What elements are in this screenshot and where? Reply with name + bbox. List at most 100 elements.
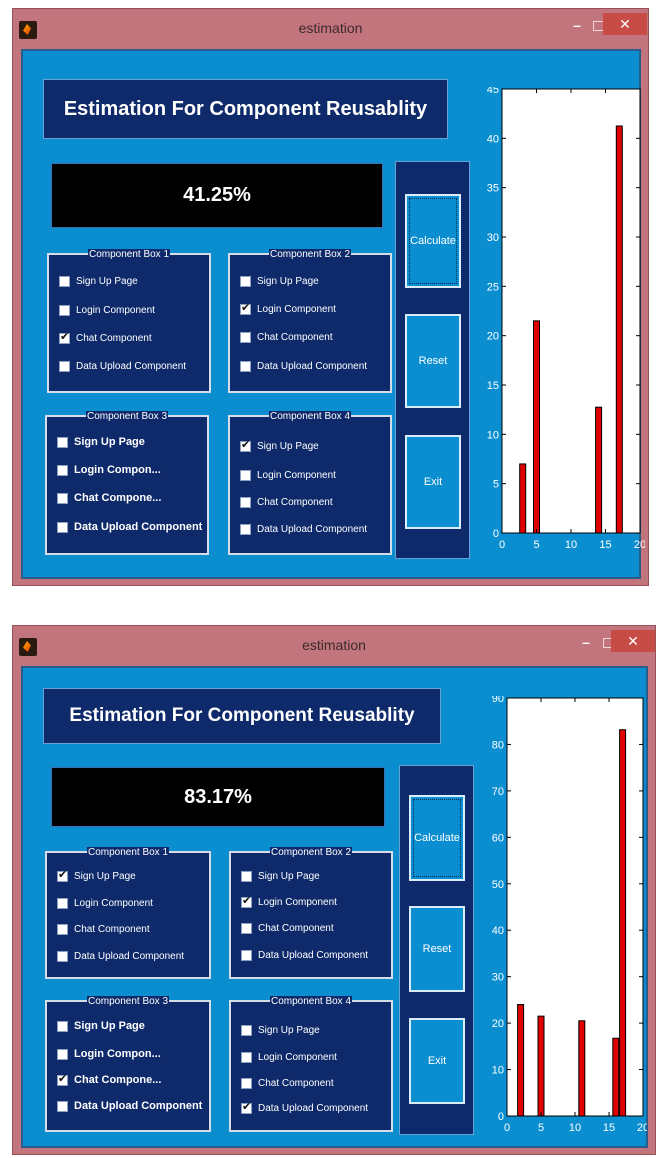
button-panel: Calculate Reset Exit <box>395 161 470 559</box>
checkbox-data-upload-component[interactable]: Data Upload Component <box>240 359 367 373</box>
checkbox-chat-component[interactable]: Chat Component <box>59 330 152 345</box>
checkbox-login-component[interactable]: Login Compon... <box>57 463 161 477</box>
checkbox[interactable] <box>57 897 68 909</box>
checkbox[interactable] <box>240 496 251 508</box>
reset-button[interactable]: Reset <box>405 314 461 408</box>
exit-button[interactable]: Exit <box>405 435 461 529</box>
checkbox-data-upload-component[interactable]: Data Upload Component <box>57 949 184 963</box>
checkbox-label: Sign Up Page <box>257 440 319 452</box>
estimation-window-1: estimation – ✕ Estimation For Component … <box>12 8 649 586</box>
checkbox[interactable] <box>241 894 252 908</box>
x-tick-label: 0 <box>504 1122 510 1134</box>
reset-button-label: Reset <box>422 943 452 955</box>
checkbox-sign-up-page[interactable]: Sign Up Page <box>240 274 319 288</box>
checkbox-sign-up-page[interactable]: Sign Up Page <box>57 435 145 449</box>
checkbox-data-upload-component[interactable]: Data Upload Component <box>57 1099 202 1113</box>
component-box-title: Component Box 1 <box>87 249 171 260</box>
checkbox-label: Login Component <box>76 304 155 316</box>
checkbox-label: Sign Up Page <box>258 870 320 882</box>
checkbox[interactable] <box>240 523 251 535</box>
checkbox-sign-up-page[interactable]: Sign Up Page <box>241 869 320 883</box>
checkbox-sign-up-page[interactable]: Sign Up Page <box>240 438 319 453</box>
checkbox[interactable] <box>57 492 68 504</box>
checkbox-login-component[interactable]: Login Component <box>240 468 336 482</box>
checkbox[interactable] <box>241 870 252 882</box>
title-bar[interactable]: estimation – ✕ <box>13 9 648 49</box>
close-icon[interactable]: ✕ <box>603 13 647 35</box>
calculate-button[interactable]: Calculate <box>409 795 465 881</box>
bar-chart: 0 5 10 15 20 25 30 35 40 45 0 5 10 15 20 <box>473 84 646 571</box>
checkbox[interactable] <box>241 1051 252 1063</box>
checkbox[interactable] <box>57 1020 68 1032</box>
checkbox[interactable] <box>240 301 251 315</box>
checkbox-chat-component[interactable]: Chat Component <box>241 921 334 935</box>
result-value: 83.17% <box>184 786 252 808</box>
calculate-button[interactable]: Calculate <box>405 194 461 288</box>
minimize-icon[interactable]: – <box>570 18 584 33</box>
checkbox[interactable] <box>57 1048 68 1060</box>
y-tick-label: 20 <box>492 1018 504 1030</box>
checkbox-chat-component[interactable]: Chat Component <box>57 922 150 936</box>
checkbox-sign-up-page[interactable]: Sign Up Page <box>57 1019 145 1033</box>
checkbox[interactable] <box>241 1077 252 1089</box>
checkbox-sign-up-page[interactable]: Sign Up Page <box>57 868 136 883</box>
y-tick-label: 30 <box>492 972 504 984</box>
checkbox[interactable] <box>240 275 251 287</box>
checkbox-login-component[interactable]: Login Compon... <box>57 1047 161 1061</box>
checkbox-login-component[interactable]: Login Component <box>240 301 336 316</box>
checkbox-data-upload-component[interactable]: Data Upload Component <box>241 1100 368 1115</box>
title-bar[interactable]: estimation – ✕ <box>13 626 655 666</box>
checkbox[interactable] <box>240 438 251 452</box>
checkbox[interactable] <box>57 464 68 476</box>
checkbox-chat-component[interactable]: Chat Component <box>241 1076 334 1090</box>
checkbox[interactable] <box>240 469 251 481</box>
checkbox-data-upload-component[interactable]: Data Upload Component <box>241 948 368 962</box>
checkbox-login-component[interactable]: Login Component <box>241 894 337 909</box>
checkbox[interactable] <box>57 1100 68 1112</box>
component-box-4: Component Box 4 Sign Up Page Login Compo… <box>229 996 393 1132</box>
checkbox[interactable] <box>241 1100 252 1114</box>
x-tick-label: 15 <box>603 1122 615 1134</box>
checkbox-data-upload-component[interactable]: Data Upload Component <box>57 520 202 534</box>
minimize-icon[interactable]: – <box>579 635 593 650</box>
checkbox-data-upload-component[interactable]: Data Upload Component <box>240 522 367 536</box>
checkbox-label: Sign Up Page <box>258 1024 320 1036</box>
checkbox-login-component[interactable]: Login Component <box>241 1050 337 1064</box>
checkbox-chat-component[interactable]: Chat Component <box>240 330 333 344</box>
checkbox[interactable] <box>57 923 68 935</box>
reset-button[interactable]: Reset <box>409 906 465 992</box>
heading-text: Estimation For Component Reusablity <box>69 705 415 726</box>
checkbox-chat-component[interactable]: Chat Compone... <box>57 491 161 505</box>
checkbox-chat-component[interactable]: Chat Component <box>240 495 333 509</box>
checkbox[interactable] <box>241 922 252 934</box>
checkbox-sign-up-page[interactable]: Sign Up Page <box>241 1023 320 1037</box>
checkbox-data-upload-component[interactable]: Data Upload Component <box>59 359 186 373</box>
close-icon[interactable]: ✕ <box>611 630 655 652</box>
checkbox-label: Data Upload Component <box>76 360 187 372</box>
y-tick-label: 45 <box>487 87 499 96</box>
checkbox-label: Data Upload Component <box>257 360 368 372</box>
checkbox[interactable] <box>241 949 252 961</box>
checkbox-login-component[interactable]: Login Component <box>59 303 155 317</box>
checkbox[interactable] <box>59 330 70 344</box>
checkbox-chat-component[interactable]: Chat Compone... <box>57 1072 161 1087</box>
exit-button[interactable]: Exit <box>409 1018 465 1104</box>
bar <box>537 1015 545 1117</box>
checkbox[interactable] <box>57 436 68 448</box>
checkbox[interactable] <box>241 1024 252 1036</box>
checkbox[interactable] <box>59 360 70 372</box>
checkbox[interactable] <box>57 950 68 962</box>
checkbox-sign-up-page[interactable]: Sign Up Page <box>59 274 138 288</box>
y-tick-label: 10 <box>492 1065 504 1077</box>
checkbox[interactable] <box>57 521 68 533</box>
checkbox[interactable] <box>57 1072 68 1086</box>
exit-button-label: Exit <box>423 476 443 488</box>
checkbox[interactable] <box>59 275 70 287</box>
checkbox[interactable] <box>240 360 251 372</box>
checkbox[interactable] <box>240 331 251 343</box>
checkbox[interactable] <box>59 304 70 316</box>
checkbox[interactable] <box>57 868 68 882</box>
checkbox-login-component[interactable]: Login Component <box>57 896 153 910</box>
component-box-3: Component Box 3 Sign Up Page Login Compo… <box>45 996 211 1132</box>
checkbox-label: Data Upload Component <box>74 950 185 962</box>
